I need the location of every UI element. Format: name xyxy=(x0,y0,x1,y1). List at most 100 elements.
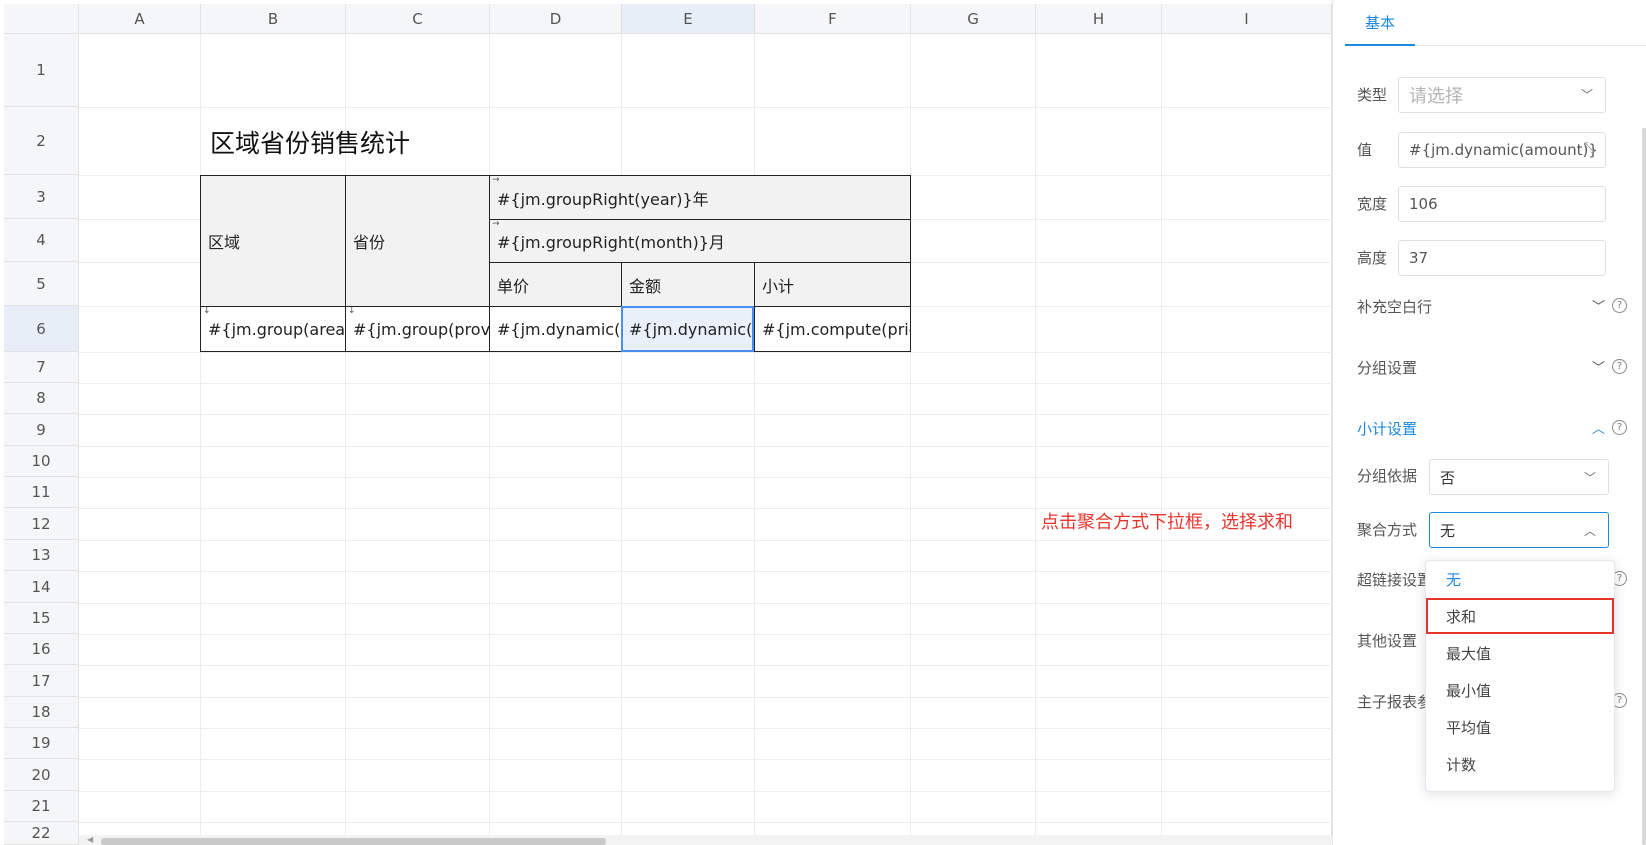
cell-dynamic-price[interactable]: #{jm.dynamic(p xyxy=(489,306,621,352)
expand-right-icon: → xyxy=(492,175,500,185)
option-none[interactable]: 无 xyxy=(1426,561,1614,597)
row-header-2[interactable]: 2 xyxy=(4,107,79,175)
option-min[interactable]: 最小值 xyxy=(1426,672,1614,708)
row-header-10[interactable]: 10 xyxy=(4,446,79,477)
help-icon[interactable]: ? xyxy=(1612,420,1627,435)
expand-right-icon: → xyxy=(492,219,500,229)
cell-text: 省份 xyxy=(353,233,386,252)
column-header-f[interactable]: F xyxy=(755,4,911,34)
row-header-16[interactable]: 16 xyxy=(4,634,79,665)
row-header-7[interactable]: 7 xyxy=(4,352,79,383)
horizontal-scrollbar[interactable]: ◀ xyxy=(79,835,1332,845)
grid-line xyxy=(79,107,1332,108)
row-header-11[interactable]: 11 xyxy=(4,477,79,508)
section-subtotal-settings[interactable]: 小计设置 ︿ ? xyxy=(1357,418,1627,442)
help-icon[interactable]: ? xyxy=(1612,359,1627,374)
cell-text: #{jm.dynamic(p xyxy=(497,319,621,339)
cell-month-group[interactable]: → #{jm.groupRight(month)}月 xyxy=(489,219,911,262)
type-select[interactable]: 请选择 ﹀ xyxy=(1398,77,1606,113)
cell-text: 单价 xyxy=(497,276,530,296)
option-max[interactable]: 最大值 xyxy=(1426,635,1614,671)
cell-amount-header[interactable]: 金额 xyxy=(621,262,754,306)
column-header-a[interactable]: A xyxy=(79,4,201,34)
row-header-15[interactable]: 15 xyxy=(4,603,79,634)
chevron-down-icon: ﹀ xyxy=(1583,471,1596,485)
row-header-9[interactable]: 9 xyxy=(4,414,79,446)
scroll-left-icon[interactable]: ◀ xyxy=(87,835,93,844)
row-header-4[interactable]: 4 xyxy=(4,219,79,262)
row-header-8[interactable]: 8 xyxy=(4,383,79,414)
column-header-g[interactable]: G xyxy=(911,4,1036,34)
height-value: 37 xyxy=(1409,249,1429,267)
spreadsheet-grid[interactable]: A B C D E F G H I 1 2 3 4 5 6 7 8 9 10 1… xyxy=(0,0,1332,845)
column-header-e[interactable]: E xyxy=(622,4,755,34)
report-title[interactable]: 区域省份销售统计 xyxy=(210,124,410,160)
cell-province-header[interactable]: 省份 xyxy=(345,175,489,306)
column-header-h[interactable]: H xyxy=(1036,4,1162,34)
value-input[interactable]: #{jm.dynamic(amount)} ⤡ xyxy=(1398,132,1606,168)
section-title: 补充空白行 xyxy=(1357,298,1433,316)
grid-line xyxy=(79,791,1332,792)
panel-scrollbar[interactable] xyxy=(1642,128,1646,845)
cell-dynamic-amount-selected[interactable]: #{jm.dynamic(a xyxy=(621,306,754,352)
option-sum[interactable]: 求和 xyxy=(1426,598,1614,634)
row-header-12[interactable]: 12 xyxy=(4,508,79,540)
column-header-d[interactable]: D xyxy=(490,4,622,34)
row-header-5[interactable]: 5 xyxy=(4,262,79,306)
grid-line xyxy=(79,540,1332,541)
section-fill-blank-rows[interactable]: 补充空白行 ﹀ ? xyxy=(1357,296,1627,320)
help-icon[interactable]: ? xyxy=(1612,298,1627,313)
collapse-icon[interactable]: ⤡ xyxy=(1584,140,1595,156)
cell-text: #{jm.groupRight(year)}年 xyxy=(497,189,709,209)
cell-compute-price[interactable]: #{jm.compute(pric xyxy=(754,306,911,352)
chevron-up-icon: ︿ xyxy=(1583,524,1596,538)
group-basis-label: 分组依据 xyxy=(1357,467,1418,485)
grid-line xyxy=(621,34,622,845)
row-header-22[interactable]: 22 xyxy=(4,822,79,845)
row-header-14[interactable]: 14 xyxy=(4,571,79,603)
row-header-17[interactable]: 17 xyxy=(4,665,79,697)
section-title: 其他设置 xyxy=(1357,632,1418,650)
column-header-b[interactable]: B xyxy=(201,4,346,34)
cell-region-header[interactable]: 区域 xyxy=(200,175,345,306)
section-title: 分组设置 xyxy=(1357,359,1418,377)
row-header-13[interactable]: 13 xyxy=(4,540,79,571)
section-group-settings[interactable]: 分组设置 ﹀ ? xyxy=(1357,357,1627,381)
height-input[interactable]: 37 xyxy=(1398,240,1606,276)
row-header-19[interactable]: 19 xyxy=(4,728,79,759)
grid-line xyxy=(79,571,1332,572)
column-header-i[interactable]: I xyxy=(1162,4,1332,34)
row-header-21[interactable]: 21 xyxy=(4,791,79,822)
grid-line xyxy=(79,634,1332,635)
cell-text: #{jm.group(provi xyxy=(353,319,489,339)
scrollbar-thumb[interactable] xyxy=(101,838,606,845)
row-header-3[interactable]: 3 xyxy=(4,175,79,219)
width-input[interactable]: 106 xyxy=(1398,186,1606,222)
row-header-20[interactable]: 20 xyxy=(4,759,79,791)
group-basis-select[interactable]: 否 ﹀ xyxy=(1429,459,1609,495)
instruction-annotation: 点击聚合方式下拉框，选择求和 xyxy=(1041,512,1293,533)
option-count[interactable]: 计数 xyxy=(1426,746,1614,782)
row-header-1[interactable]: 1 xyxy=(4,34,79,107)
chevron-down-icon: ﹀ xyxy=(1580,88,1593,102)
cell-year-group[interactable]: → #{jm.groupRight(year)}年 xyxy=(489,175,911,219)
grid-line xyxy=(79,414,1332,415)
select-all-corner[interactable] xyxy=(4,4,79,34)
section-title: 小计设置 xyxy=(1357,420,1418,438)
row-header-6[interactable]: 6 xyxy=(4,306,79,352)
cell-text: #{jm.dynamic(a xyxy=(629,319,754,339)
option-average[interactable]: 平均值 xyxy=(1426,709,1614,745)
cell-group-province[interactable]: ↓ #{jm.group(provi xyxy=(345,306,489,352)
aggregate-select[interactable]: 无 ︿ xyxy=(1429,512,1609,548)
tab-basic[interactable]: 基本 xyxy=(1345,0,1415,46)
row-header-18[interactable]: 18 xyxy=(4,697,79,728)
column-header-c[interactable]: C xyxy=(346,4,490,34)
aggregate-dropdown: 无 求和 最大值 最小值 平均值 计数 xyxy=(1425,560,1615,792)
grid-line xyxy=(200,34,201,845)
cell-group-area[interactable]: ↓ #{jm.group(area xyxy=(200,306,345,352)
chevron-down-icon: ﹀ xyxy=(1591,300,1605,315)
cell-subtotal-header[interactable]: 小计 xyxy=(754,262,911,306)
section-title: 超链接设置 xyxy=(1357,571,1433,589)
cell-unit-price-header[interactable]: 单价 xyxy=(489,262,621,306)
cell-text: #{jm.compute(pric xyxy=(762,319,911,339)
